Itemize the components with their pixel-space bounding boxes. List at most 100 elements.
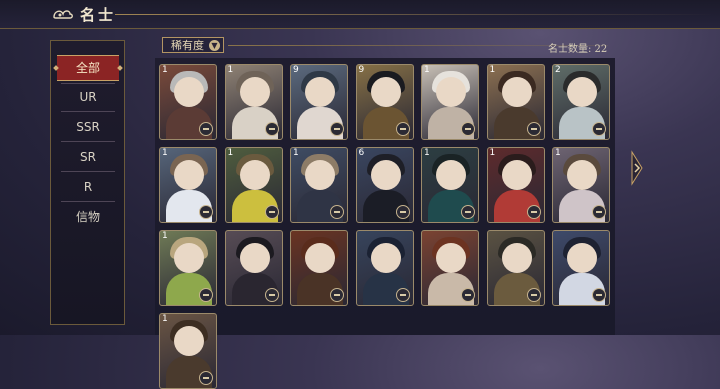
card-number: 1: [489, 148, 496, 158]
character-card[interactable]: 1: [290, 147, 348, 223]
minus-badge-icon: [199, 205, 213, 219]
minus-badge-icon: [264, 288, 279, 302]
character-card[interactable]: 1: [421, 147, 479, 223]
divider: [61, 83, 115, 84]
character-card[interactable]: [421, 230, 479, 306]
character-card[interactable]: 1: [159, 64, 217, 140]
portrait-face: [305, 160, 335, 190]
card-number: 1: [424, 148, 430, 158]
card-number: 1: [227, 65, 234, 75]
portrait-face: [174, 326, 204, 356]
minus-badge-icon: [330, 288, 344, 302]
card-number: 1: [489, 65, 496, 75]
portrait-face: [305, 243, 335, 273]
divider: [61, 141, 115, 142]
character-card[interactable]: 1: [159, 230, 217, 306]
portrait-face: [174, 160, 204, 190]
minus-badge-icon: [395, 205, 410, 219]
category-sidebar: 全部 UR SSR SR R 信物: [50, 40, 125, 325]
divider: [61, 201, 115, 202]
character-card[interactable]: [224, 230, 283, 306]
character-card[interactable]: 1: [224, 147, 283, 223]
character-card[interactable]: [486, 230, 545, 306]
character-card[interactable]: 1: [552, 147, 610, 223]
card-number: 1: [162, 314, 168, 324]
next-page-arrow-icon[interactable]: [630, 150, 644, 186]
character-card[interactable]: 1: [421, 64, 479, 140]
minus-badge-icon: [592, 288, 606, 302]
sidebar-item-label: 信物: [75, 210, 100, 224]
portrait-face: [436, 243, 466, 273]
portrait-face: [239, 243, 270, 273]
character-card[interactable]: 2: [552, 64, 610, 140]
character-card[interactable]: 6: [355, 147, 414, 223]
character-card[interactable]: [355, 230, 414, 306]
minus-badge-icon: [395, 288, 410, 302]
minus-badge-icon: [526, 122, 541, 136]
card-number: 1: [424, 65, 430, 75]
sidebar-item-sr[interactable]: SR: [57, 145, 119, 169]
sidebar-item-token[interactable]: 信物: [57, 205, 119, 229]
portrait-face: [501, 77, 532, 107]
portrait-face: [370, 243, 401, 273]
minus-badge-icon: [461, 288, 475, 302]
divider: [61, 111, 115, 112]
card-number: 2: [555, 65, 561, 75]
character-card[interactable]: 1: [159, 147, 217, 223]
card-number: 1: [293, 148, 299, 158]
portrait-face: [501, 243, 532, 273]
sidebar-item-ur[interactable]: UR: [57, 85, 119, 109]
sidebar-item-label: UR: [79, 90, 97, 104]
card-number: 6: [358, 148, 365, 158]
minus-badge-icon: [330, 122, 344, 136]
divider: [61, 171, 115, 172]
sidebar-item-label: SSR: [76, 120, 100, 134]
card-number: 1: [162, 65, 168, 75]
portrait-face: [174, 243, 204, 273]
minus-badge-icon: [264, 122, 279, 136]
card-number: 1: [227, 148, 234, 158]
character-count: 名士数量: 22: [548, 44, 608, 55]
portrait-face: [436, 77, 466, 107]
portrait-face: [436, 160, 466, 190]
portrait-face: [370, 77, 401, 107]
portrait-face: [501, 160, 532, 190]
card-number: 9: [293, 65, 299, 75]
character-card[interactable]: 1: [159, 313, 217, 389]
minus-badge-icon: [526, 288, 541, 302]
sidebar-item-label: SR: [80, 150, 96, 164]
sidebar-item-label: R: [83, 180, 93, 194]
minus-badge-icon: [461, 205, 475, 219]
portrait-face: [567, 243, 597, 273]
minus-badge-icon: [395, 122, 410, 136]
portrait-face: [567, 160, 597, 190]
character-card[interactable]: 1: [486, 147, 545, 223]
portrait-face: [305, 77, 335, 107]
minus-badge-icon: [264, 205, 279, 219]
minus-badge-icon: [199, 122, 213, 136]
title-divider: [115, 14, 715, 15]
rarity-filter-dropdown[interactable]: 稀有度 ▼: [162, 37, 224, 53]
character-card[interactable]: 1: [486, 64, 545, 140]
portrait-face: [370, 160, 401, 190]
character-card[interactable]: [552, 230, 610, 306]
card-number: 1: [162, 148, 168, 158]
character-card[interactable]: 9: [290, 64, 348, 140]
sidebar-item-label: 全部: [75, 61, 100, 75]
diamond-marker-icon: [117, 65, 123, 71]
cloud-ornament-icon: [53, 10, 73, 19]
minus-badge-icon: [592, 205, 606, 219]
sidebar-item-r[interactable]: R: [57, 175, 119, 199]
character-card[interactable]: [290, 230, 348, 306]
portrait-face: [174, 77, 204, 107]
card-number: 1: [162, 231, 168, 241]
minus-badge-icon: [199, 288, 213, 302]
sidebar-item-all[interactable]: 全部: [53, 55, 123, 81]
chevron-down-icon: ▼: [209, 40, 220, 51]
diamond-marker-icon: [53, 65, 59, 71]
portrait-face: [567, 77, 597, 107]
character-card[interactable]: 1: [224, 64, 283, 140]
character-card[interactable]: 9: [355, 64, 414, 140]
sidebar-item-ssr[interactable]: SSR: [57, 115, 119, 139]
minus-badge-icon: [526, 205, 541, 219]
